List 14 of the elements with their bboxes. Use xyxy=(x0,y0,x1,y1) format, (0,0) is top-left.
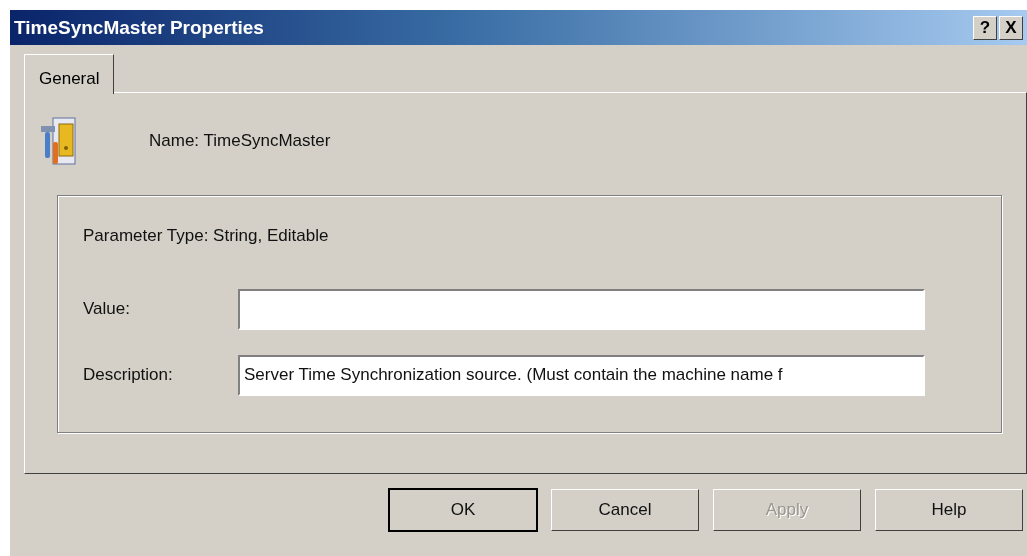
ok-button[interactable]: OK xyxy=(389,489,537,531)
name-label: Name: TimeSyncMaster xyxy=(149,131,331,151)
field-label: Description: xyxy=(83,365,174,385)
tab[interactable]: General xyxy=(24,54,115,94)
input-field[interactable]: Server Time Synchronization source. (Must contain the machine name f xyxy=(238,354,925,396)
cancel-button[interactable]: Cancel xyxy=(551,489,699,531)
close-button[interactable]: X xyxy=(999,15,1023,40)
parameter-type-text: Parameter Type: String, Editable xyxy=(83,226,330,246)
input-field[interactable] xyxy=(238,288,925,330)
field-label: Value: xyxy=(83,299,131,319)
help-button[interactable]: ? xyxy=(973,15,997,40)
help-button[interactable]: Help xyxy=(875,489,1023,531)
window-title: TimeSyncMaster Properties xyxy=(14,16,265,39)
server-tools-icon xyxy=(39,114,77,168)
